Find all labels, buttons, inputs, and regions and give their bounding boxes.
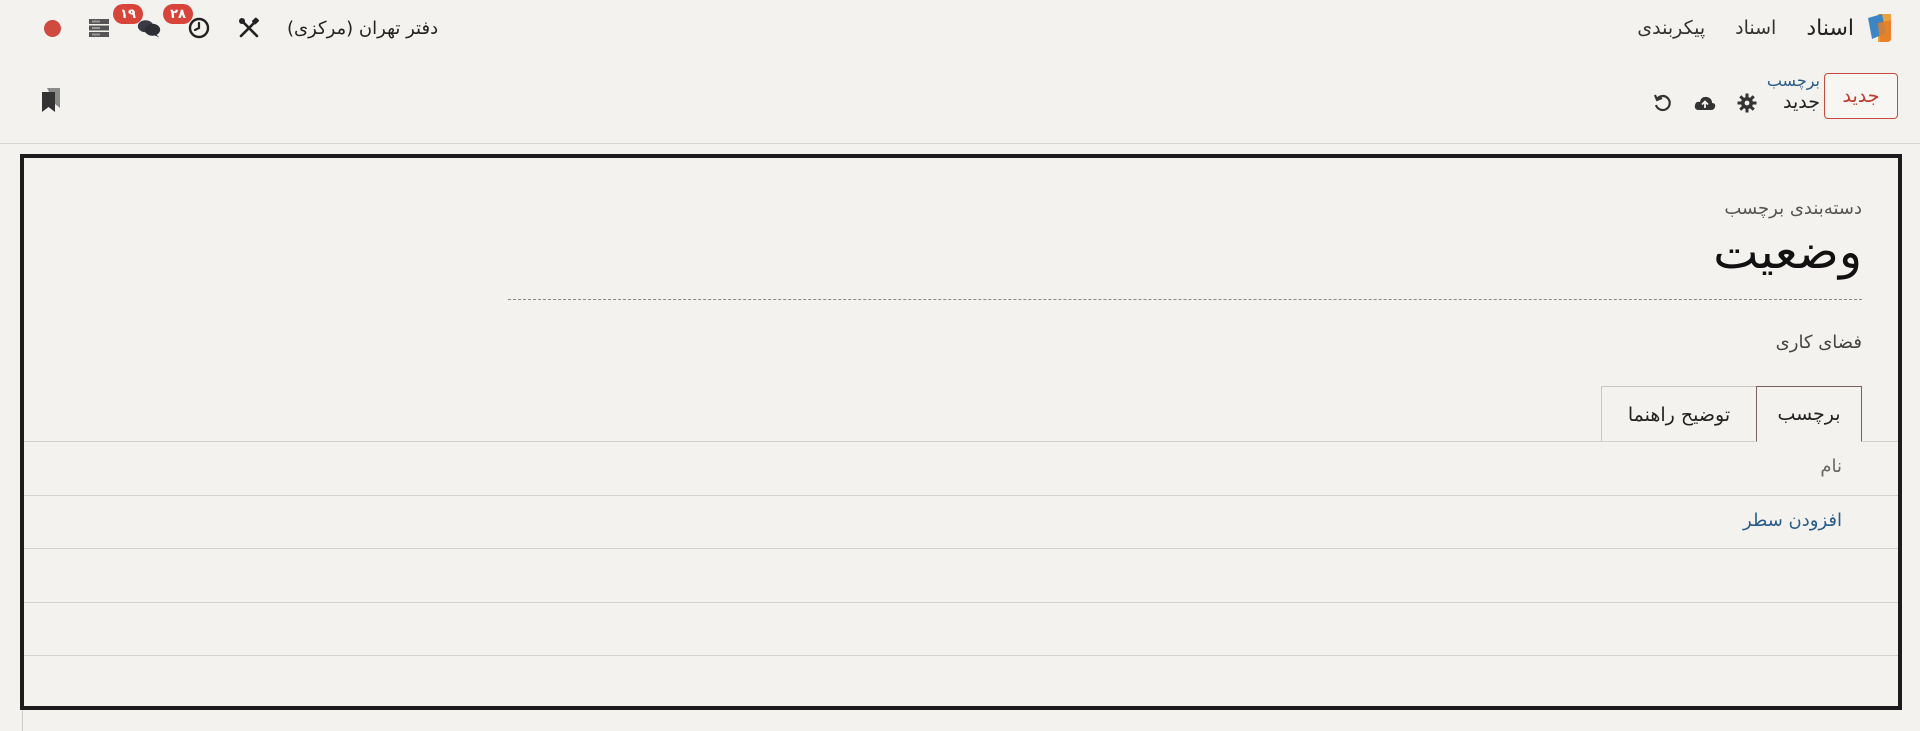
messages-count-badge: ۱۹ <box>113 4 143 24</box>
debug-tools-icon[interactable] <box>237 16 261 40</box>
breadcrumb-current: جدید <box>1783 91 1820 113</box>
title-field-underline <box>508 299 1862 300</box>
app-name[interactable]: اسناد <box>1806 16 1854 41</box>
bookmark-icon[interactable] <box>40 86 62 114</box>
discard-undo-icon[interactable] <box>1652 92 1674 114</box>
menu-item-configuration[interactable]: پیکربندی <box>1637 17 1705 39</box>
menu-item-documents[interactable]: اسناد <box>1735 17 1776 39</box>
chat-messages-icon[interactable]: ۱۹ <box>113 4 161 40</box>
record-title-field[interactable]: وضعیت <box>1713 224 1862 280</box>
list-add-row: افزودن سطر <box>24 494 1898 549</box>
new-record-button[interactable]: جدید <box>1824 73 1898 119</box>
add-line-link[interactable]: افزودن سطر <box>1743 510 1842 531</box>
tag-category-label: دسته‌بندی برچسب <box>1724 198 1862 219</box>
activities-count-badge: ۲۸ <box>163 4 193 24</box>
tab-tooltip-description[interactable]: توضیح راهنما <box>1601 386 1757 442</box>
column-header-name[interactable]: نام <box>1820 456 1842 477</box>
tab-tags[interactable]: برچسب <box>1756 386 1862 442</box>
list-empty-row <box>24 655 1898 709</box>
tags-list: نام افزودن سطر <box>24 441 1898 709</box>
navbar-systray: دفتر تهران (مرکزی) ۲۸ ۱۹ <box>44 4 438 40</box>
cloud-upload-save-icon[interactable] <box>1694 92 1716 114</box>
gear-icon[interactable] <box>1736 92 1758 114</box>
company-switcher[interactable]: دفتر تهران (مرکزی) <box>287 18 438 39</box>
list-empty-row <box>24 601 1898 656</box>
server-database-icon[interactable] <box>87 16 111 40</box>
presence-status-dot[interactable] <box>44 19 61 37</box>
app-brand[interactable]: اسناد <box>1806 11 1898 45</box>
navbar-main-menu: اسناد اسناد پیکربندی <box>1637 11 1898 45</box>
breadcrumb-parent-link[interactable]: برچسب <box>1767 72 1820 90</box>
breadcrumb: برچسب جدید <box>1767 72 1820 114</box>
form-sheet: دسته‌بندی برچسب وضعیت فضای کاری برچسب تو… <box>20 154 1902 710</box>
list-empty-row <box>24 548 1898 602</box>
form-actions <box>1652 92 1758 114</box>
workspace-field-label: فضای کاری <box>1775 332 1862 353</box>
sheet-edge-line <box>22 710 23 731</box>
top-navbar: اسناد اسناد پیکربندی دفتر تهران (مرکزی) … <box>0 0 1920 56</box>
list-header-row: نام <box>24 441 1898 495</box>
control-panel: جدید برچسب جدید <box>0 56 1920 144</box>
activities-clock-icon[interactable]: ۲۸ <box>163 4 211 40</box>
notebook-tabs: برچسب توضیح راهنما <box>1601 386 1862 442</box>
documents-app-logo-icon[interactable] <box>1864 11 1898 45</box>
